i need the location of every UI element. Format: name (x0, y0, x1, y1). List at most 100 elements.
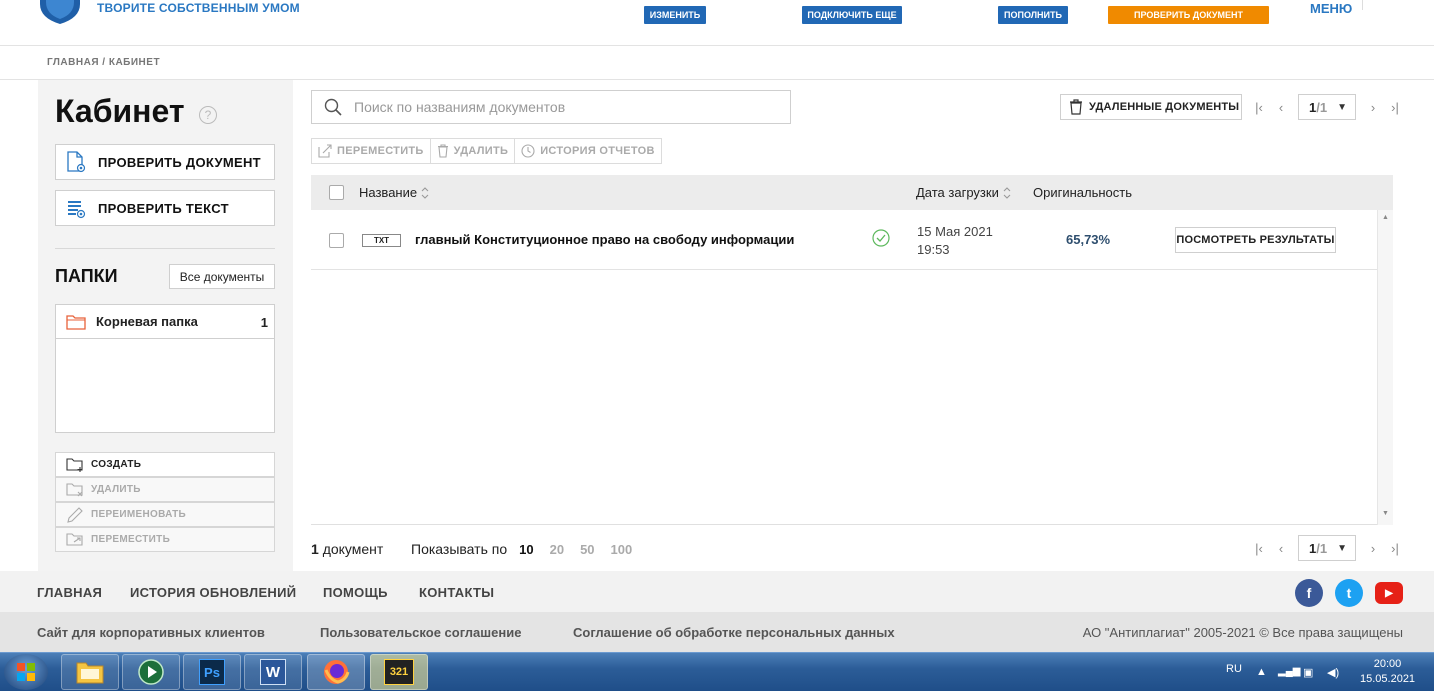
rename-folder-button[interactable]: ПЕРЕИМЕНОВАТЬ (55, 502, 275, 527)
move-icon (318, 144, 332, 158)
taskbar-word[interactable]: W (244, 654, 302, 690)
help-icon[interactable]: ? (199, 106, 217, 124)
table-scrollbar[interactable]: ▲ ▼ (1377, 210, 1393, 525)
pencil-icon (67, 506, 83, 523)
search-input[interactable] (354, 99, 754, 115)
select-all-checkbox[interactable] (329, 185, 344, 200)
taskbar-photoshop[interactable]: Ps (183, 654, 241, 690)
tray-expand-icon[interactable]: ▲ (1256, 666, 1267, 678)
media-classic-icon: 321 (384, 659, 414, 685)
prev-page-icon[interactable]: ‹ (1270, 100, 1292, 115)
document-count: 1 документ (311, 541, 383, 557)
check-text-button[interactable]: ПРОВЕРИТЬ ТЕКСТ (55, 190, 275, 226)
start-button[interactable] (4, 654, 48, 690)
change-button[interactable]: ИЗМЕНИТЬ (644, 6, 706, 24)
prev-page-icon[interactable]: ‹ (1270, 541, 1292, 556)
move-folder-button[interactable]: ПЕРЕМЕСТИТЬ (55, 527, 275, 552)
delete-folder-button[interactable]: УДАЛИТЬ (55, 477, 275, 502)
page-select[interactable]: 1/1 ▼ (1298, 535, 1356, 561)
tray-language[interactable]: RU (1226, 663, 1242, 675)
last-page-icon[interactable]: ›| (1384, 100, 1406, 115)
last-page-icon[interactable]: ›| (1384, 541, 1406, 556)
delete-label: УДАЛИТЬ (91, 484, 141, 495)
media-player-icon (138, 659, 164, 685)
chevron-down-icon: ▼ (1337, 101, 1347, 113)
first-page-icon[interactable]: |‹ (1248, 100, 1270, 115)
menu-link[interactable]: МЕНЮ (1310, 1, 1352, 16)
footer-link-home[interactable]: ГЛАВНАЯ (37, 585, 102, 600)
check-document-button[interactable]: ПРОВЕРИТЬ ДОКУМЕНТ (55, 144, 275, 180)
firefox-icon (324, 660, 350, 684)
taskbar-explorer[interactable] (61, 654, 119, 690)
page-total: /1 (1316, 99, 1328, 115)
top-up-button[interactable]: ПОПОЛНИТЬ (998, 6, 1068, 24)
footer-link-agreement[interactable]: Пользовательское соглашение (320, 625, 521, 640)
document-name[interactable]: главный Конституционное право на свободу… (415, 232, 794, 247)
per-page-20[interactable]: 20 (550, 542, 564, 557)
pagination-bottom: |‹ ‹ 1/1 ▼ › ›| (1248, 535, 1406, 561)
taskbar-media-classic[interactable]: 321 (370, 654, 428, 690)
first-page-icon[interactable]: |‹ (1248, 541, 1270, 556)
sort-by-name[interactable]: Название (359, 185, 429, 200)
volume-icon[interactable]: ◀) (1327, 666, 1339, 679)
next-page-icon[interactable]: › (1362, 541, 1384, 556)
column-name: Название (359, 185, 418, 200)
history-icon (521, 144, 535, 158)
upload-date: 15 Мая 2021 19:53 (917, 223, 993, 259)
footer-link-corporate[interactable]: Сайт для корпоративных клиентов (37, 625, 265, 640)
footer-link-updates[interactable]: ИСТОРИЯ ОБНОВЛЕНИЙ (130, 585, 296, 600)
logo-shield-icon[interactable] (38, 0, 82, 24)
check-text-label: ПРОВЕРИТЬ ТЕКСТ (98, 200, 229, 216)
next-page-icon[interactable]: › (1362, 100, 1384, 115)
facebook-icon[interactable]: f (1295, 579, 1323, 607)
document-icon (67, 151, 86, 173)
footer-link-privacy[interactable]: Соглашение об обработке персональных дан… (573, 625, 895, 640)
battery-warning-icon[interactable]: ▣ (1303, 666, 1313, 679)
youtube-icon[interactable]: ▶ (1375, 582, 1403, 604)
sort-by-date[interactable]: Дата загрузки (916, 185, 1011, 200)
windows-logo-icon (17, 663, 35, 681)
document-count-number: 1 (311, 541, 319, 557)
report-history-button[interactable]: ИСТОРИЯ ОТЧЕТОВ (515, 139, 661, 163)
footer-legal: Сайт для корпоративных клиентов Пользова… (0, 612, 1434, 652)
breadcrumb[interactable]: ГЛАВНАЯ / КАБИНЕТ (47, 57, 160, 68)
per-page-50[interactable]: 50 (580, 542, 594, 557)
trash-icon (437, 144, 448, 158)
folder-icon (66, 314, 86, 330)
tray-clock[interactable]: 20:00 15.05.2021 (1360, 657, 1415, 687)
move-button[interactable]: ПЕРЕМЕСТИТЬ (312, 139, 431, 163)
footer-link-contacts[interactable]: КОНТАКТЫ (419, 585, 494, 600)
page-total: /1 (1316, 540, 1328, 556)
taskbar-media-player[interactable] (122, 654, 180, 690)
word-icon: W (260, 659, 286, 685)
search-field[interactable] (311, 90, 791, 124)
twitter-icon[interactable]: t (1335, 579, 1363, 607)
scroll-down-icon[interactable]: ▼ (1382, 510, 1389, 517)
footer-link-help[interactable]: ПОМОЩЬ (323, 585, 388, 600)
per-page-selector: Показывать по 10 20 50 100 (411, 541, 648, 557)
per-page-10[interactable]: 10 (519, 542, 533, 557)
scroll-up-icon[interactable]: ▲ (1382, 214, 1389, 221)
network-signal-icon[interactable]: ▂▄▆ (1278, 666, 1300, 677)
sort-icon (1003, 186, 1011, 199)
per-page-100[interactable]: 100 (611, 542, 633, 557)
clock-time: 20:00 (1373, 658, 1402, 670)
delete-button[interactable]: УДАЛИТЬ (431, 139, 516, 163)
all-documents-button[interactable]: Все документы (169, 264, 275, 289)
header-check-document-button[interactable]: ПРОВЕРИТЬ ДОКУМЕНТ (1108, 6, 1269, 24)
move-label: ПЕРЕМЕСТИТЬ (91, 534, 171, 545)
deleted-documents-button[interactable]: УДАЛЕННЫЕ ДОКУМЕНТЫ (1060, 94, 1242, 120)
table-row[interactable]: TXT главный Конституционное право на сво… (311, 210, 1377, 270)
page-current: 1 (1309, 540, 1317, 556)
row-checkbox[interactable] (329, 233, 344, 248)
menu-separator (1362, 0, 1363, 10)
per-page-label: Показывать по (411, 541, 508, 557)
connect-more-button[interactable]: ПОДКЛЮЧИТЬ ЕЩЕ (802, 6, 902, 24)
folder-item-root[interactable]: Корневая папка 1 (56, 305, 274, 339)
footer-nav: ГЛАВНАЯ ИСТОРИЯ ОБНОВЛЕНИЙ ПОМОЩЬ КОНТАК… (0, 571, 1434, 612)
page-select[interactable]: 1/1 ▼ (1298, 94, 1356, 120)
table-header: Название Дата загрузки Оригинальность (311, 175, 1393, 210)
taskbar-firefox[interactable] (307, 654, 365, 690)
view-results-button[interactable]: ПОСМОТРЕТЬ РЕЗУЛЬТАТЫ (1175, 227, 1336, 253)
create-folder-button[interactable]: СОЗДАТЬ (55, 452, 275, 477)
